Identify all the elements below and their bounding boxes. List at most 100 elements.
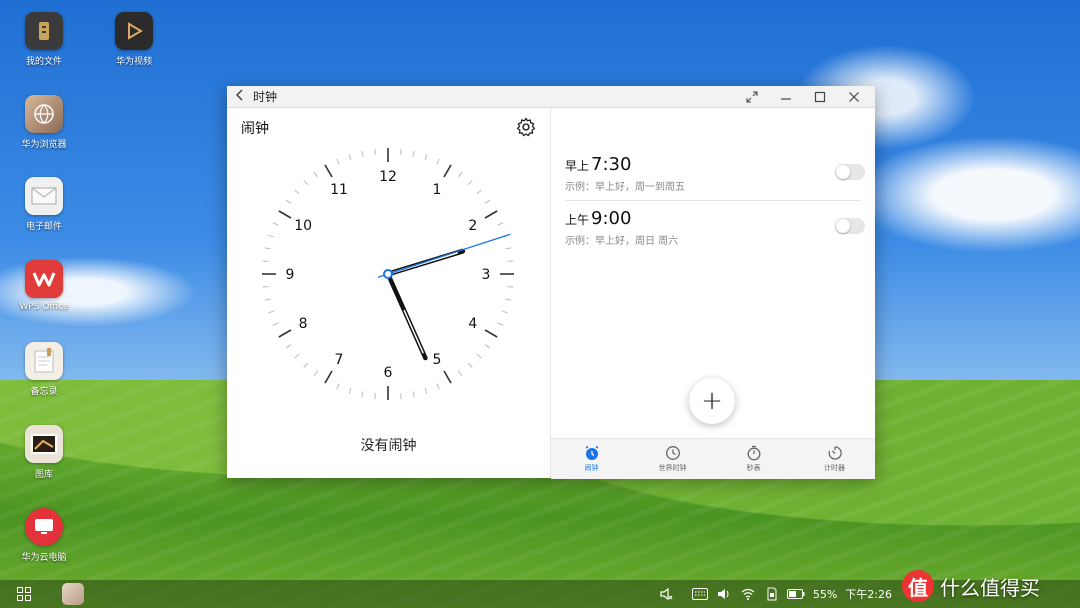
pane-title: 闹钟 [241, 121, 269, 137]
desktop-icon-label: WPS Office [19, 302, 69, 312]
clock-minor-tick [336, 383, 340, 390]
desktop-icon-huawei-video[interactable]: 华为视频 [104, 12, 164, 67]
clock-minor-tick [467, 362, 473, 368]
clock-numeral: 5 [433, 352, 442, 368]
clock-minor-tick [467, 180, 473, 186]
desktop-icon-label: 图库 [34, 470, 53, 480]
clock-minor-tick [268, 234, 275, 238]
clock-major-tick [443, 164, 452, 178]
clock-minute-hand-inner [403, 309, 424, 354]
tab-label: 闹钟 [584, 464, 599, 472]
timer-icon [828, 446, 842, 460]
clock-minor-tick [400, 148, 402, 155]
expand-icon [746, 91, 758, 102]
clock-minor-tick [458, 370, 463, 377]
app-grid-icon [17, 587, 31, 601]
tab-stopwatch[interactable]: 秒表 [713, 439, 794, 479]
clock-minor-tick [507, 260, 514, 262]
maximize-button[interactable] [803, 86, 837, 107]
clock-numeral: 6 [384, 365, 393, 381]
clock-minor-tick [505, 298, 512, 301]
notification-muted-icon[interactable] [655, 587, 677, 601]
alarm-toggle[interactable] [835, 218, 865, 234]
tab-label: 世界时钟 [658, 464, 687, 472]
alarm-time: 9:00 [591, 208, 632, 229]
alarm-clock-icon [585, 445, 598, 460]
clock-minor-tick [412, 150, 415, 157]
taskbar-time[interactable]: 下午2:26 [845, 586, 892, 602]
clock-numeral: 12 [379, 169, 397, 185]
desktop-icon-browser[interactable]: 华为浏览器 [14, 95, 74, 150]
desktop-icon-label: 备忘录 [30, 387, 58, 397]
desktop-icon-label: 我的文件 [25, 57, 62, 67]
watermark-logo: 值 [902, 570, 934, 602]
clock-numeral: 4 [468, 316, 477, 332]
desktop-icon-notes[interactable]: 备忘录 [14, 342, 74, 397]
tab-timer[interactable]: 计时器 [794, 439, 875, 479]
start-button[interactable] [10, 580, 38, 608]
desktop-icon-label: 华为云电脑 [21, 553, 67, 563]
clock-minor-tick [313, 370, 318, 377]
clock-major-tick [278, 329, 292, 338]
clock-minor-tick [262, 286, 269, 288]
minimize-button[interactable] [769, 86, 803, 107]
clock-minor-tick [313, 171, 318, 178]
clock-major-tick [484, 329, 498, 338]
alarm-description: 示例：早上好，周日 周六 [565, 236, 679, 247]
alarm-item[interactable]: 早上 7:30 示例：早上好，周一到周五 [565, 154, 865, 193]
window-titlebar[interactable]: 时钟 [227, 86, 875, 108]
back-arrow-icon[interactable] [227, 88, 253, 105]
desktop-icon-my-files[interactable]: 我的文件 [14, 12, 74, 67]
battery-percent: 55% [812, 587, 838, 601]
notepad-icon [25, 342, 63, 380]
clock-minor-tick [303, 180, 309, 186]
battery-icon[interactable] [785, 589, 807, 599]
clock-minor-tick [272, 222, 279, 226]
clock-minor-tick [424, 154, 428, 161]
clock-major-tick [443, 370, 452, 384]
clock-minor-tick [361, 150, 364, 157]
clock-numeral: 11 [330, 182, 348, 198]
alarm-toggle[interactable] [835, 164, 865, 180]
taskbar-clock-app[interactable] [62, 583, 84, 605]
clock-numeral: 7 [335, 352, 344, 368]
clock-minor-tick [348, 154, 352, 161]
globe-icon [25, 95, 63, 133]
tab-label: 计时器 [824, 464, 845, 472]
clock-minor-tick [501, 310, 508, 314]
minimize-icon [781, 97, 791, 100]
settings-gear-icon[interactable] [515, 116, 537, 138]
folder-icon [25, 12, 63, 50]
add-alarm-button[interactable]: + [689, 378, 735, 424]
clock-minor-tick [505, 247, 512, 250]
clock-minor-tick [484, 199, 491, 204]
desktop-icon-label: 华为浏览器 [21, 140, 67, 150]
sim-icon[interactable] [761, 587, 783, 601]
clock-minor-tick [264, 247, 271, 250]
volume-icon[interactable] [713, 587, 735, 601]
clock-minor-tick [507, 286, 514, 288]
desktop-icon-email[interactable]: 电子邮件 [14, 177, 74, 232]
tab-alarm[interactable]: 闹钟 [551, 439, 632, 479]
clock-major-tick [484, 210, 498, 219]
wifi-icon[interactable] [737, 588, 759, 600]
clock-minor-tick [458, 171, 463, 178]
analog-clock: 121234567891011 [262, 148, 514, 400]
no-alarm-text: 没有闹钟 [360, 438, 417, 454]
clock-numeral: 2 [468, 218, 477, 234]
desktop-icon-wps[interactable]: WPS Office [14, 260, 74, 312]
clock-minor-tick [484, 344, 491, 349]
desktop-icon-cloud-pc[interactable]: 华为云电脑 [14, 508, 74, 563]
clock-minor-tick [374, 148, 376, 155]
close-button[interactable] [837, 86, 871, 107]
tab-world-clock[interactable]: 世界时钟 [632, 439, 713, 479]
clock-minor-tick [285, 344, 292, 349]
keyboard-icon[interactable] [689, 588, 711, 600]
alarm-item[interactable]: 上午 9:00 示例：早上好，周日 周六 [565, 208, 865, 247]
desktop-icon-gallery[interactable]: 图库 [14, 425, 74, 480]
clock-minor-tick [424, 387, 428, 394]
clock-minor-tick [436, 383, 440, 390]
clock-minor-tick [336, 158, 340, 165]
clock-major-tick [324, 164, 333, 178]
fullscreen-button[interactable] [735, 86, 769, 107]
